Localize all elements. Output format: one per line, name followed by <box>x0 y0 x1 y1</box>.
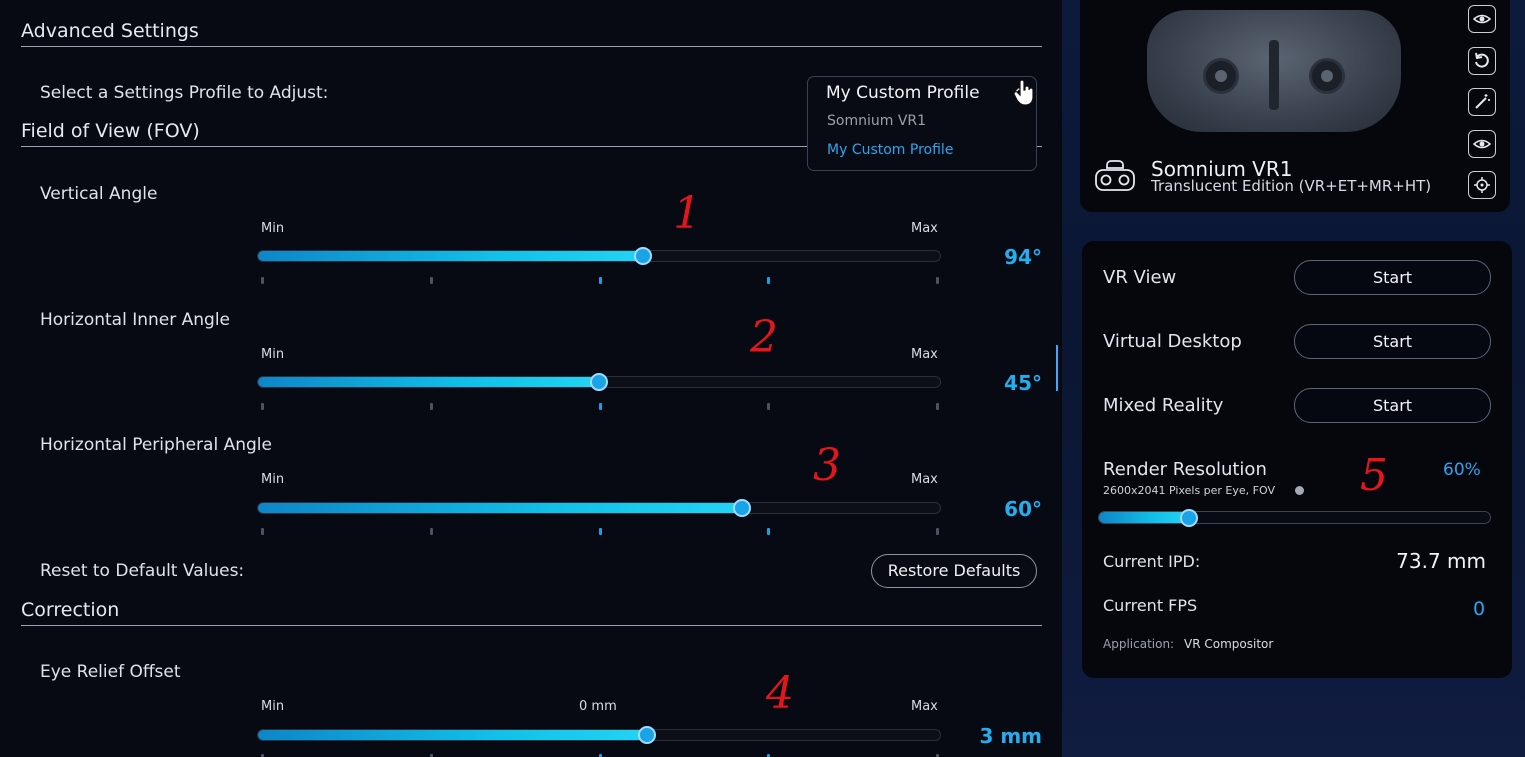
vertical-max-label: Max <box>911 221 938 236</box>
slider-thumb[interactable] <box>590 373 608 391</box>
tick <box>598 528 602 535</box>
scrollbar-indicator[interactable] <box>1056 345 1058 391</box>
restore-defaults-button[interactable]: Restore Defaults <box>871 554 1037 588</box>
horizontal-inner-max-label: Max <box>911 347 938 362</box>
vertical-min-label: Min <box>261 221 285 236</box>
mixed-reality-label: Mixed Reality <box>1103 395 1224 416</box>
tick <box>767 277 771 284</box>
render-resolution-slider[interactable] <box>1098 508 1491 527</box>
mixed-reality-start-button[interactable]: Start <box>1294 388 1491 423</box>
slider-thumb[interactable] <box>1179 508 1198 527</box>
slider-ticks <box>261 528 939 536</box>
ipd-value: 73.7 mm <box>1396 549 1486 573</box>
headset-bridge <box>1269 40 1279 110</box>
headset-icon <box>1093 158 1137 198</box>
fps-label: Current FPS <box>1103 596 1198 615</box>
tick <box>429 528 433 535</box>
profile-dropdown[interactable]: My Custom Profile ^ Somnium VR1 My Custo… <box>807 76 1037 171</box>
device-edition: Translucent Edition (VR+ET+MR+HT) <box>1151 177 1432 195</box>
info-dot-icon[interactable] <box>1295 486 1304 495</box>
tick <box>936 277 939 284</box>
eye-icon[interactable] <box>1468 130 1496 158</box>
tick <box>429 277 433 284</box>
target-icon[interactable] <box>1468 171 1496 199</box>
tick <box>429 403 433 410</box>
lens-left <box>1203 58 1239 94</box>
horizontal-peripheral-slider[interactable] <box>257 499 941 517</box>
render-resolution-value: 60% <box>1443 460 1481 480</box>
reset-label: Reset to Default Values: <box>40 561 245 581</box>
tick <box>598 403 602 410</box>
slider-fill <box>258 503 743 513</box>
eye-tracking-icon[interactable] <box>1468 5 1496 33</box>
reset-icon[interactable] <box>1468 47 1496 75</box>
annotation-5: 5 <box>1360 450 1388 501</box>
annotation-4: 4 <box>766 668 794 719</box>
tick <box>767 403 771 410</box>
annotation-2: 2 <box>750 312 778 363</box>
eye-relief-min-label: Min <box>261 699 285 714</box>
slider-fill <box>1099 512 1189 523</box>
horizontal-inner-min-label: Min <box>261 347 285 362</box>
dropdown-selected[interactable]: My Custom Profile <box>826 83 980 103</box>
render-resolution-label: Render Resolution <box>1103 459 1267 480</box>
tick <box>261 528 264 535</box>
vertical-angle-value: 94° <box>1004 245 1042 269</box>
ipd-label: Current IPD: <box>1103 552 1201 571</box>
profile-label: Select a Settings Profile to Adjust: <box>40 83 329 103</box>
slider-fill <box>258 730 647 740</box>
virtual-desktop-label: Virtual Desktop <box>1103 331 1242 352</box>
virtual-desktop-start-button[interactable]: Start <box>1294 324 1491 359</box>
horizontal-peripheral-max-label: Max <box>911 472 938 487</box>
eye-relief-max-label: Max <box>911 699 938 714</box>
horizontal-inner-value: 45° <box>1004 371 1042 395</box>
slider-thumb[interactable] <box>637 726 656 744</box>
fps-value: 0 <box>1473 598 1486 620</box>
dropdown-option-somnium[interactable]: Somnium VR1 <box>827 113 926 129</box>
horizontal-peripheral-value: 60° <box>1004 497 1042 521</box>
tick <box>936 403 939 410</box>
magic-wand-icon[interactable] <box>1468 88 1496 116</box>
hand-cursor-icon <box>1013 79 1035 110</box>
dropdown-option-custom[interactable]: My Custom Profile <box>827 142 953 158</box>
slider-fill <box>258 377 599 387</box>
slider-ticks <box>261 403 939 411</box>
eye-relief-value: 3 mm <box>979 724 1042 748</box>
horizontal-inner-slider[interactable] <box>257 373 941 391</box>
application-label: Application: <box>1103 637 1175 651</box>
vertical-angle-label: Vertical Angle <box>40 184 158 204</box>
tick <box>261 277 264 284</box>
headset-image <box>1147 10 1401 132</box>
tick <box>936 528 939 535</box>
correction-section-title: Correction <box>21 599 1042 626</box>
tick <box>598 277 602 284</box>
horizontal-inner-label: Horizontal Inner Angle <box>40 310 230 330</box>
annotation-3: 3 <box>813 440 841 491</box>
eye-relief-mid-label: 0 mm <box>579 699 617 714</box>
slider-fill <box>258 251 644 261</box>
horizontal-peripheral-min-label: Min <box>261 472 285 487</box>
tick <box>261 403 264 410</box>
vertical-angle-slider[interactable] <box>257 247 941 265</box>
vr-view-start-button[interactable]: Start <box>1294 260 1491 295</box>
lens-right <box>1309 58 1345 94</box>
tick <box>767 528 771 535</box>
horizontal-peripheral-label: Horizontal Peripheral Angle <box>40 435 272 455</box>
eye-relief-slider[interactable] <box>257 726 941 744</box>
vr-view-label: VR View <box>1103 267 1177 288</box>
advanced-settings-title: Advanced Settings <box>21 20 1042 47</box>
eye-relief-label: Eye Relief Offset <box>40 662 181 682</box>
application-value: VR Compositor <box>1184 637 1274 651</box>
slider-ticks <box>261 277 939 285</box>
annotation-1: 1 <box>673 188 701 239</box>
render-resolution-subtitle: 2600x2041 Pixels per Eye, FOV <box>1103 484 1275 497</box>
